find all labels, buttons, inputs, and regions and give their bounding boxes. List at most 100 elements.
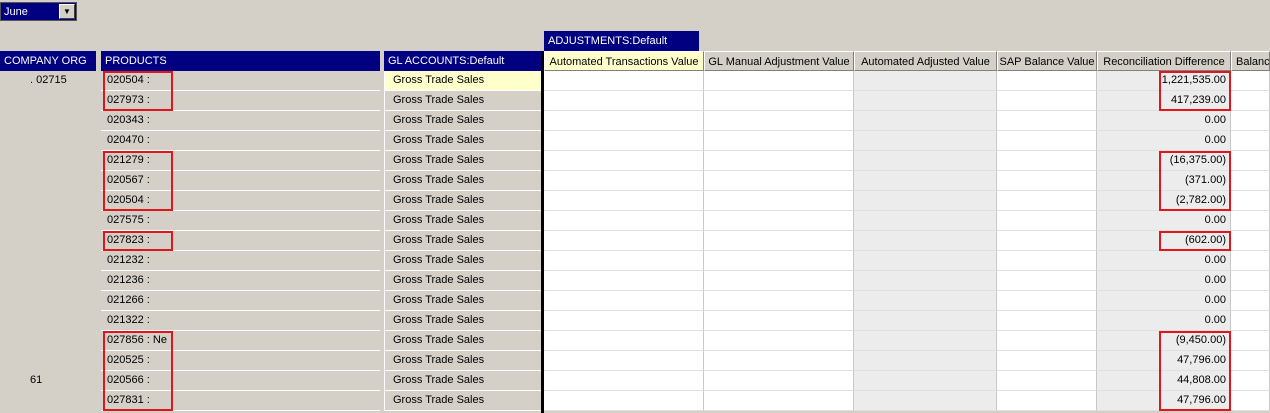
period-dropdown[interactable]: June ▼	[0, 2, 77, 21]
auto-adj-cell[interactable]	[854, 91, 997, 111]
balance-cell[interactable]	[1231, 391, 1270, 411]
balance-cell[interactable]	[1231, 251, 1270, 271]
auto-trans-cell[interactable]	[544, 111, 704, 131]
sap-balance-cell[interactable]	[997, 91, 1097, 111]
auto-adj-cell[interactable]	[854, 391, 997, 411]
recon-diff-cell[interactable]: 0.00	[1097, 251, 1231, 271]
gl-manual-cell[interactable]	[704, 211, 854, 231]
gl-manual-header[interactable]: GL Manual Adjustment Value	[704, 51, 854, 71]
balance-cell[interactable]	[1231, 331, 1270, 351]
auto-trans-cell[interactable]	[544, 131, 704, 151]
adjustments-dimension-header[interactable]: ADJUSTMENTS:Default	[544, 31, 699, 51]
auto-adj-cell[interactable]	[854, 131, 997, 151]
balance-cell[interactable]	[1231, 311, 1270, 331]
auto-trans-header[interactable]: Automated Transactions Value	[544, 51, 704, 71]
sap-balance-cell[interactable]	[997, 371, 1097, 391]
auto-trans-cell[interactable]	[544, 231, 704, 251]
gl-accounts-header[interactable]: GL ACCOUNTS:Default	[384, 51, 541, 71]
gl-account-cell[interactable]: Gross Trade Sales	[384, 171, 541, 191]
gl-account-cell[interactable]: Gross Trade Sales	[384, 111, 541, 131]
sap-balance-cell[interactable]	[997, 331, 1097, 351]
auto-adj-cell[interactable]	[854, 211, 997, 231]
recon-diff-cell[interactable]: 0.00	[1097, 211, 1231, 231]
gl-account-cell[interactable]: Gross Trade Sales	[384, 311, 541, 331]
recon-diff-cell[interactable]: 0.00	[1097, 111, 1231, 131]
gl-account-cell[interactable]: Gross Trade Sales	[384, 331, 541, 351]
gl-manual-cell[interactable]	[704, 191, 854, 211]
products-header[interactable]: PRODUCTS	[101, 51, 380, 71]
auto-trans-cell[interactable]	[544, 351, 704, 371]
recon-diff-header[interactable]: Reconciliation Difference	[1097, 51, 1231, 71]
sap-balance-cell[interactable]	[997, 211, 1097, 231]
product-cell[interactable]: 020470 :	[101, 131, 380, 151]
sap-balance-cell[interactable]	[997, 191, 1097, 211]
gl-account-cell[interactable]: Gross Trade Sales	[384, 151, 541, 171]
sap-balance-cell[interactable]	[997, 351, 1097, 371]
balance-cell[interactable]	[1231, 371, 1270, 391]
gl-manual-cell[interactable]	[704, 71, 854, 91]
auto-adj-cell[interactable]	[854, 151, 997, 171]
gl-account-cell[interactable]: Gross Trade Sales	[384, 71, 541, 91]
gl-account-cell[interactable]: Gross Trade Sales	[384, 211, 541, 231]
auto-trans-cell[interactable]	[544, 211, 704, 231]
balance-cell[interactable]	[1231, 351, 1270, 371]
gl-account-cell[interactable]: Gross Trade Sales	[384, 391, 541, 411]
auto-adj-cell[interactable]	[854, 251, 997, 271]
gl-manual-cell[interactable]	[704, 371, 854, 391]
gl-manual-cell[interactable]	[704, 351, 854, 371]
sap-balance-cell[interactable]	[997, 151, 1097, 171]
auto-trans-cell[interactable]	[544, 71, 704, 91]
gl-manual-cell[interactable]	[704, 151, 854, 171]
auto-adj-cell[interactable]	[854, 231, 997, 251]
sap-balance-cell[interactable]	[997, 251, 1097, 271]
balance-cell[interactable]	[1231, 191, 1270, 211]
auto-adj-cell[interactable]	[854, 351, 997, 371]
recon-diff-cell[interactable]: 0.00	[1097, 291, 1231, 311]
auto-adj-cell[interactable]	[854, 71, 997, 91]
auto-trans-cell[interactable]	[544, 291, 704, 311]
gl-manual-cell[interactable]	[704, 291, 854, 311]
balance-cell[interactable]	[1231, 291, 1270, 311]
balance-header[interactable]: Balanc	[1231, 51, 1270, 71]
auto-trans-cell[interactable]	[544, 91, 704, 111]
auto-adj-cell[interactable]	[854, 111, 997, 131]
product-cell[interactable]: 027575 :	[101, 211, 380, 231]
sap-balance-header[interactable]: SAP Balance Value	[997, 51, 1097, 71]
gl-manual-cell[interactable]	[704, 231, 854, 251]
product-cell[interactable]: 021236 :	[101, 271, 380, 291]
gl-manual-cell[interactable]	[704, 391, 854, 411]
product-cell[interactable]: 021232 :	[101, 251, 380, 271]
gl-account-cell[interactable]: Gross Trade Sales	[384, 351, 541, 371]
recon-diff-cell[interactable]: 0.00	[1097, 271, 1231, 291]
auto-adj-header[interactable]: Automated Adjusted Value	[854, 51, 997, 71]
gl-manual-cell[interactable]	[704, 91, 854, 111]
gl-manual-cell[interactable]	[704, 331, 854, 351]
recon-diff-cell[interactable]: 0.00	[1097, 311, 1231, 331]
auto-trans-cell[interactable]	[544, 371, 704, 391]
auto-trans-cell[interactable]	[544, 191, 704, 211]
company-org-header[interactable]: COMPANY ORG	[0, 51, 96, 71]
chevron-down-icon[interactable]: ▼	[59, 4, 75, 19]
gl-manual-cell[interactable]	[704, 251, 854, 271]
gl-account-cell[interactable]: Gross Trade Sales	[384, 191, 541, 211]
product-cell[interactable]: 021322 :	[101, 311, 380, 331]
auto-trans-cell[interactable]	[544, 171, 704, 191]
auto-adj-cell[interactable]	[854, 331, 997, 351]
sap-balance-cell[interactable]	[997, 171, 1097, 191]
balance-cell[interactable]	[1231, 71, 1270, 91]
auto-trans-cell[interactable]	[544, 391, 704, 411]
balance-cell[interactable]	[1231, 211, 1270, 231]
gl-manual-cell[interactable]	[704, 131, 854, 151]
auto-trans-cell[interactable]	[544, 151, 704, 171]
auto-adj-cell[interactable]	[854, 311, 997, 331]
balance-cell[interactable]	[1231, 111, 1270, 131]
sap-balance-cell[interactable]	[997, 311, 1097, 331]
company-org-cell[interactable]: . 02715	[0, 71, 96, 91]
auto-trans-cell[interactable]	[544, 271, 704, 291]
auto-adj-cell[interactable]	[854, 171, 997, 191]
auto-adj-cell[interactable]	[854, 191, 997, 211]
sap-balance-cell[interactable]	[997, 111, 1097, 131]
auto-trans-cell[interactable]	[544, 331, 704, 351]
auto-adj-cell[interactable]	[854, 271, 997, 291]
auto-adj-cell[interactable]	[854, 371, 997, 391]
